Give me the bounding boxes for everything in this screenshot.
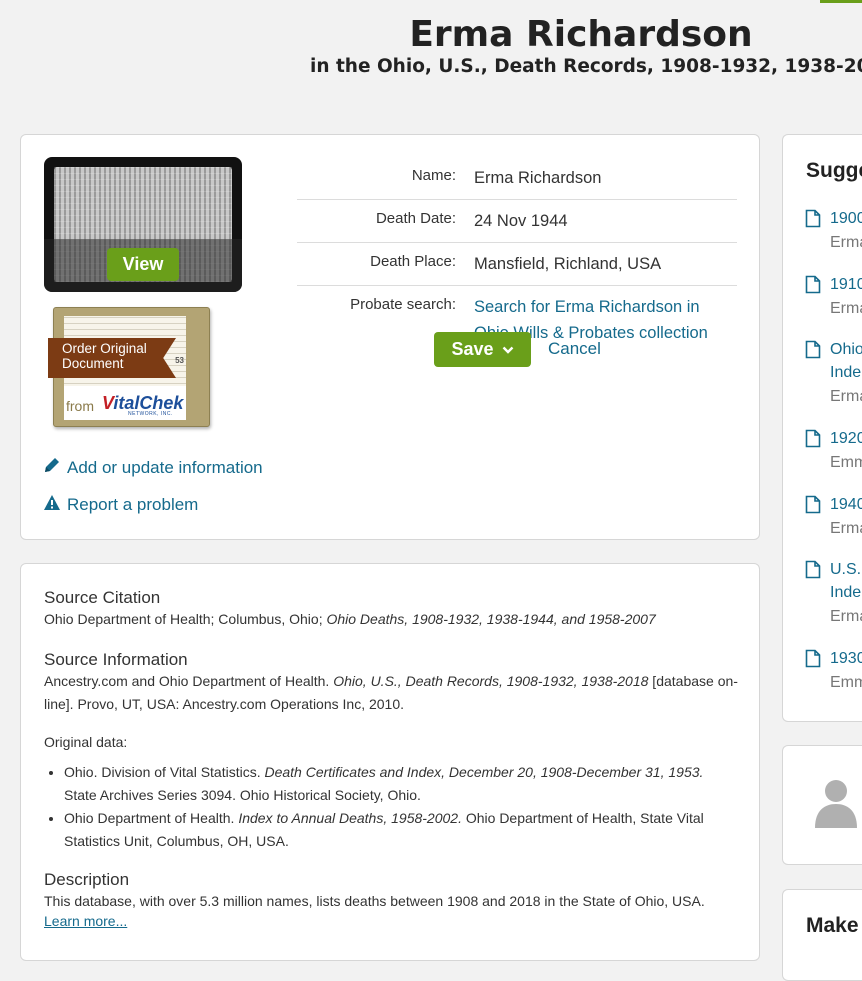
save-button[interactable]: Save [434,332,531,367]
make-card-title: Make [806,914,859,937]
add-update-information-link[interactable]: Add or update information [43,456,263,479]
source-information-heading: Source Information [44,650,188,669]
original-data-section: Original data: Ohio. Division of Vital S… [44,731,739,853]
source-citation-section: Source Citation Ohio Department of Healt… [44,588,739,631]
document-icon [805,275,821,299]
collection-subtitle: in the Ohio, U.S., Death Records, 1908-1… [310,56,862,77]
order-original-document-button[interactable]: 53 Order Original Document from VitalChe… [48,307,210,427]
document-icon [805,209,821,233]
field-row-death-place: Death Place: Mansfield, Richland, USA [297,243,737,286]
source-information-section: Source Information Ancestry.com and Ohio… [44,650,739,716]
original-data-heading: Original data: [44,734,128,750]
source-information-text: Ancestry.com and Ohio Department of Heal… [44,673,738,712]
top-accent-bar [820,0,862,3]
make-card: Make [782,889,862,981]
list-item: Ohio Department of Health. Index to Annu… [64,807,739,853]
field-row-death-date: Death Date: 24 Nov 1944 [297,200,737,243]
chevron-down-icon [502,339,514,360]
document-icon [805,560,821,584]
warning-icon [43,494,61,516]
pencil-icon [43,456,61,479]
record-card: View 53 Order Original Document from Vit… [20,134,760,540]
view-button[interactable]: View [107,248,179,281]
document-icon [805,340,821,364]
suggested-records-card: Sugge 1900 Erma 1910 Erma Ohio Inde Erma… [782,134,862,722]
document-icon [805,429,821,453]
page-title: Erma Richardson [409,14,753,55]
description-section: Description This database, with over 5.3… [44,870,739,931]
description-heading: Description [44,870,130,889]
avatar [813,776,859,833]
report-problem-link[interactable]: Report a problem [43,494,198,516]
profile-card [782,745,862,865]
source-card: Source Citation Ohio Department of Healt… [20,563,760,961]
document-icon [805,495,821,519]
source-citation-text: Ohio Department of Health; Columbus, Ohi… [44,611,656,627]
cancel-link[interactable]: Cancel [548,339,601,359]
record-fields: Name: Erma Richardson Death Date: 24 Nov… [297,157,737,354]
learn-more-link[interactable]: Learn more... [44,913,127,929]
document-icon [805,649,821,673]
source-citation-heading: Source Citation [44,588,161,607]
list-item: Ohio. Division of Vital Statistics. Deat… [64,761,739,807]
vitalchek-logo: from VitalChek NETWORK, INC. [64,386,186,420]
suggested-records-title: Sugge [806,159,862,182]
original-data-list: Ohio. Division of Vital Statistics. Deat… [44,761,739,853]
field-row-name: Name: Erma Richardson [297,157,737,200]
description-text: This database, with over 5.3 million nam… [44,893,705,909]
record-image-thumbnail[interactable]: View [44,157,242,292]
order-original-label: Order Original Document [62,341,147,371]
